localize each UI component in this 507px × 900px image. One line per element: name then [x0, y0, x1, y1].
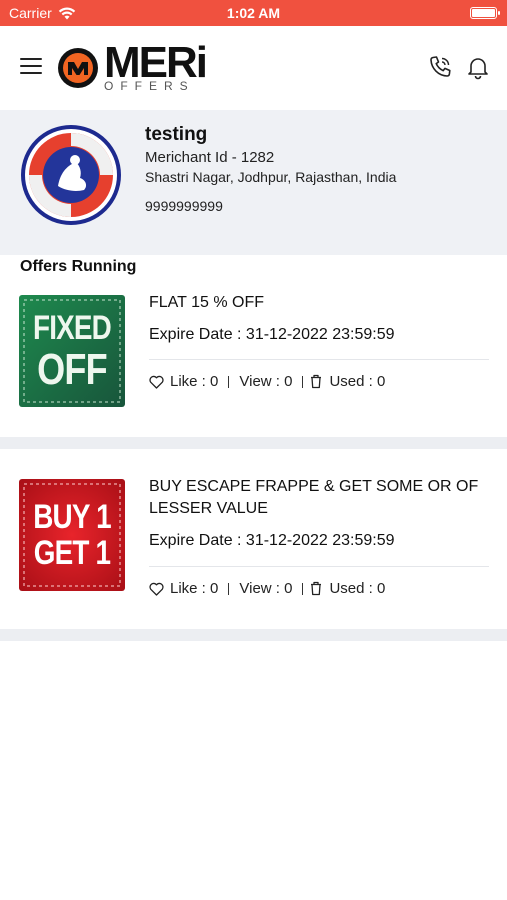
used-count: Used : 0 [329, 580, 386, 597]
menu-icon-bar [20, 65, 42, 67]
trash-icon [311, 581, 322, 596]
logo-subtitle: OFFERS [104, 79, 195, 93]
heart-icon [149, 582, 164, 596]
status-bar: Carrier 1:02 AM [0, 0, 507, 26]
offer-expire-date: Expire Date : 31-12-2022 23:59:59 [149, 532, 395, 549]
view-count: View : 0 [239, 580, 293, 597]
merchant-avatar [21, 125, 121, 225]
like-count: Like : 0 [170, 580, 219, 597]
heart-icon [149, 375, 164, 389]
app-header: MERi OFFERS [0, 26, 507, 110]
offer-divider [0, 437, 507, 449]
offer-expire-date: Expire Date : 31-12-2022 23:59:59 [149, 326, 395, 343]
offer-card[interactable]: BUY 1 GET 1 BUY ESCAPE FRAPPE & GET SOME… [0, 478, 507, 629]
badge-line: BUY 1 [33, 498, 111, 536]
merchant-name: testing [145, 124, 208, 145]
offer-card[interactable]: FIXED OFF FLAT 15 % OFF Expire Date : 31… [0, 294, 507, 437]
offer-title: FLAT 15 % OFF [149, 294, 264, 311]
merchant-card: testing Merichant Id - 1282 Shastri Naga… [0, 110, 507, 255]
stat-divider [228, 582, 230, 595]
used-stat: Used : 0 [309, 580, 385, 597]
badge-line: FIXED [32, 309, 112, 347]
used-stat: Used : 0 [309, 373, 385, 390]
offer-stats: Like : 0 View : 0 Used : 0 [149, 580, 385, 597]
menu-button[interactable] [20, 58, 42, 76]
like-stat[interactable]: Like : 0 [149, 580, 218, 597]
battery-icon [470, 7, 500, 19]
offer-badge-text: BUY 1 GET 1 [29, 499, 116, 571]
phone-icon[interactable] [427, 54, 453, 80]
offer-separator [149, 566, 489, 567]
stat-divider [228, 375, 230, 388]
badge-line: OFF [37, 345, 108, 394]
logo-mark-icon [58, 48, 98, 88]
view-stat: View : 0 [239, 373, 292, 390]
offer-divider [0, 629, 507, 641]
app-logo: MERi OFFERS [56, 39, 211, 94]
menu-icon-bar [20, 72, 42, 74]
menu-icon-bar [20, 58, 42, 60]
section-title: Offers Running [20, 258, 137, 275]
like-stat[interactable]: Like : 0 [149, 373, 218, 390]
merchant-id: Merichant Id - 1282 [145, 149, 275, 166]
used-count: Used : 0 [329, 373, 386, 390]
bell-icon[interactable] [465, 54, 491, 80]
badge-line: GET 1 [33, 534, 111, 572]
status-time: 1:02 AM [226, 5, 281, 21]
stat-divider [302, 582, 304, 595]
view-count: View : 0 [239, 373, 293, 390]
merchant-phone[interactable]: 9999999999 [145, 198, 223, 214]
stat-divider [302, 375, 304, 388]
offer-separator [149, 359, 489, 360]
like-count: Like : 0 [170, 373, 219, 390]
view-stat: View : 0 [239, 580, 292, 597]
offer-stats: Like : 0 View : 0 Used : 0 [149, 373, 385, 390]
merchant-address: Shastri Nagar, Jodhpur, Rajasthan, India [145, 169, 397, 185]
offer-badge-text: FIXED OFF [29, 308, 116, 392]
offer-title: BUY ESCAPE FRAPPE & GET SOME OR OF LESSE… [149, 478, 479, 517]
trash-icon [311, 374, 322, 389]
